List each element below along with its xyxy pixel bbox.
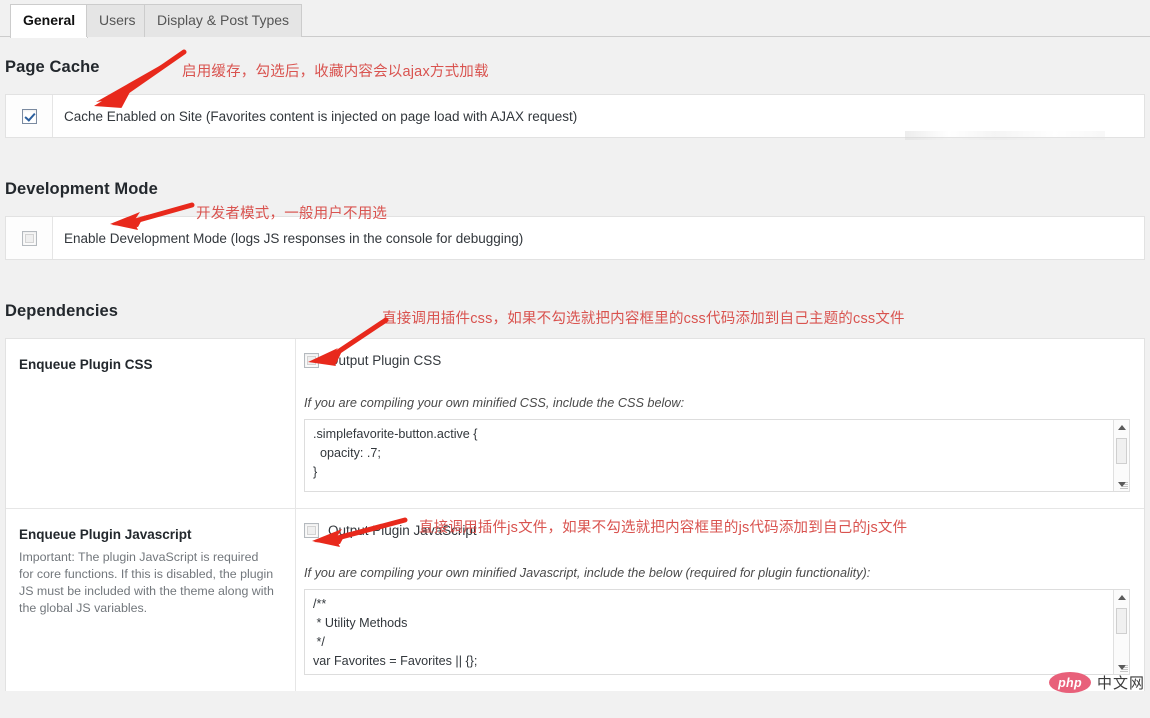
dependency-row-css: Enqueue Plugin CSS Output Plugin CSS If …: [6, 339, 1144, 509]
tab-display-post-types-label: Display & Post Types: [157, 12, 290, 28]
enqueue-plugin-js-title: Enqueue Plugin Javascript: [19, 527, 192, 542]
watermark-site-text: 中文网: [1097, 675, 1146, 692]
annotation-arrow-4-icon: [300, 517, 408, 552]
annotation-development-mode: 开发者模式，一般用户不用选: [196, 206, 388, 222]
enable-development-mode-checkbox[interactable]: [21, 230, 37, 246]
annotation-page-cache: 启用缓存，勾选后，收藏内容会以ajax方式加载: [182, 64, 489, 80]
tab-users[interactable]: Users: [86, 4, 149, 37]
annotation-css: 直接调用插件css，如果不勾选就把内容框里的css代码添加到自己主题的css文件: [382, 311, 905, 327]
annotation-arrow-1-icon: [78, 49, 188, 112]
enqueue-plugin-css-title: Enqueue Plugin CSS: [19, 357, 153, 372]
dependencies-table: Enqueue Plugin CSS Output Plugin CSS If …: [5, 338, 1145, 691]
js-hint-text: If you are compiling your own minified J…: [304, 566, 871, 580]
js-code-textarea[interactable]: /** * Utility Methods */ var Favorites =…: [304, 589, 1130, 675]
tab-general[interactable]: General: [10, 4, 89, 38]
development-mode-heading: Development Mode: [5, 180, 158, 198]
enable-development-mode-label: Enable Development Mode (logs JS respons…: [64, 230, 524, 246]
css-code-textarea[interactable]: .simplefavorite-button.active { opacity:…: [304, 419, 1130, 492]
tab-users-label: Users: [99, 12, 136, 28]
enqueue-plugin-css-info: Enqueue Plugin CSS: [6, 339, 296, 508]
php-logo-icon: php: [1049, 672, 1091, 693]
cache-enabled-checkbox[interactable]: [21, 108, 37, 124]
textarea-resize-handle-icon[interactable]: [1119, 481, 1128, 490]
tab-display-post-types[interactable]: Display & Post Types: [144, 4, 303, 37]
development-mode-checkbox-cell: [6, 217, 53, 259]
annotation-arrow-2-icon: [100, 202, 195, 235]
page-artifact: [905, 131, 1105, 140]
scroll-up-icon[interactable]: [1114, 590, 1129, 604]
enqueue-plugin-css-controls: Output Plugin CSS If you are compiling y…: [296, 339, 1144, 508]
css-code-content: .simplefavorite-button.active { opacity:…: [313, 427, 478, 479]
dependencies-heading: Dependencies: [5, 302, 119, 320]
watermark: php 中文网: [1049, 672, 1145, 693]
tab-general-label: General: [23, 12, 76, 28]
output-plugin-css-line: Output Plugin CSS: [304, 353, 1130, 368]
js-textarea-scrollbar[interactable]: [1113, 590, 1129, 674]
scrollbar-thumb[interactable]: [1116, 438, 1127, 464]
annotation-js: 直接调用插件js文件，如果不勾选就把内容框里的js代码添加到自己的js文件: [419, 520, 908, 536]
enqueue-plugin-js-description: Important: The plugin JavaScript is requ…: [19, 550, 274, 615]
css-hint-text: If you are compiling your own minified C…: [304, 396, 685, 410]
scrollbar-thumb[interactable]: [1116, 608, 1127, 634]
tab-bar: General Users Display & Post Types: [0, 0, 1150, 38]
annotation-arrow-3-icon: [300, 317, 390, 366]
js-code-content: /** * Utility Methods */ var Favorites =…: [313, 597, 478, 668]
settings-page: General Users Display & Post Types Page …: [0, 0, 1150, 718]
scroll-up-icon[interactable]: [1114, 420, 1129, 434]
page-cache-checkbox-cell: [6, 95, 53, 137]
enqueue-plugin-js-info: Enqueue Plugin Javascript Important: The…: [6, 509, 296, 691]
